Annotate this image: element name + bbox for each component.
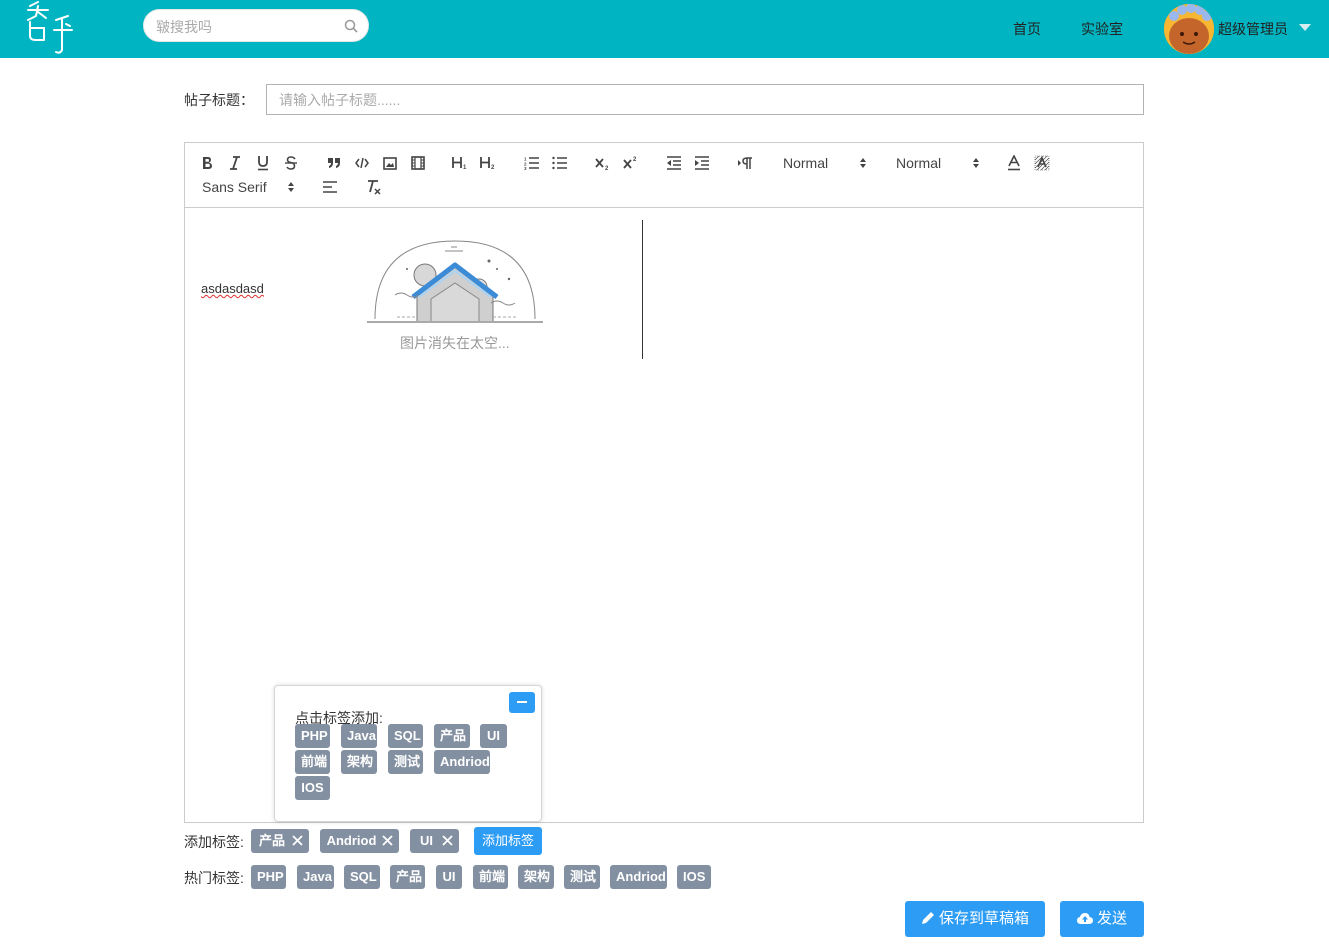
align-icon[interactable] (319, 177, 341, 197)
blockquote-icon[interactable] (323, 153, 345, 173)
h1-icon[interactable]: 1 (450, 153, 472, 173)
nav-home-link[interactable]: 首页 (1013, 19, 1041, 39)
svg-text:3: 3 (524, 166, 527, 170)
hot-tag[interactable]: IOS (677, 865, 711, 889)
italic-icon[interactable] (224, 153, 246, 173)
close-icon[interactable] (292, 835, 303, 846)
svg-text:2: 2 (491, 165, 495, 170)
search-icon[interactable] (344, 19, 358, 33)
save-draft-button[interactable]: 保存到草稿箱 (905, 901, 1045, 937)
selected-tag-label: UI (420, 833, 433, 848)
background-color-icon[interactable] (1031, 153, 1053, 173)
bullet-list-icon[interactable] (549, 153, 571, 173)
size-picker-value: Normal (896, 155, 942, 171)
code-block-icon[interactable] (351, 153, 373, 173)
editor-content-text[interactable]: asdasdasd (201, 281, 264, 296)
cloud-upload-icon (1076, 913, 1093, 924)
hot-tags-label: 热门标签: (184, 870, 244, 886)
picker-arrows-icon (288, 182, 294, 192)
indent-icon[interactable] (691, 153, 713, 173)
tag-option[interactable]: SQL (388, 724, 423, 748)
hot-tag[interactable]: 产品 (390, 865, 425, 889)
tag-option[interactable]: Andriod (434, 750, 490, 774)
selected-tag-label: 产品 (258, 833, 285, 848)
save-draft-label: 保存到草稿箱 (938, 910, 1029, 927)
close-icon[interactable] (442, 835, 453, 846)
top-navbar: 首页 实验室 超级管理员 (0, 0, 1329, 58)
search-box (143, 9, 369, 42)
svg-text:1: 1 (463, 165, 467, 170)
tag-option[interactable]: 前端 (295, 750, 330, 774)
pencil-icon (921, 912, 934, 924)
hot-tag[interactable]: PHP (251, 865, 286, 889)
outdent-icon[interactable] (663, 153, 685, 173)
tag-option[interactable]: 架构 (341, 750, 377, 774)
close-icon[interactable] (382, 835, 393, 846)
hot-tag[interactable]: Andriod (610, 865, 667, 889)
broken-image-placeholder (367, 240, 543, 323)
nav-lab-link[interactable]: 实验室 (1081, 19, 1123, 39)
rtl-direction-icon[interactable] (734, 153, 756, 173)
post-title-input[interactable] (266, 84, 1144, 115)
font-picker-value: Sans Serif (202, 179, 267, 195)
search-input[interactable] (154, 17, 338, 37)
text-cursor (642, 220, 643, 359)
hot-tag[interactable]: 架构 (518, 865, 554, 889)
selected-tag-label: Andriod (326, 833, 377, 848)
picker-arrows-icon (973, 158, 979, 168)
strike-icon[interactable] (280, 153, 302, 173)
font-color-icon[interactable] (1003, 153, 1025, 173)
minus-icon (517, 701, 527, 703)
svg-text:2: 2 (605, 166, 609, 170)
svg-text:2: 2 (633, 157, 637, 163)
selected-tag: 产品 (251, 829, 309, 853)
send-label: 发送 (1096, 910, 1127, 927)
tag-option[interactable]: UI (480, 724, 507, 748)
tag-option[interactable]: 产品 (434, 724, 470, 748)
font-family-picker[interactable]: Sans Serif (202, 177, 295, 197)
user-name[interactable]: 超级管理员 (1218, 19, 1288, 39)
hot-tag[interactable]: 测试 (564, 865, 600, 889)
selected-tag: UI (410, 829, 459, 853)
hot-tag[interactable]: 前端 (473, 865, 508, 889)
tag-option[interactable]: 测试 (388, 750, 423, 774)
added-tags-label: 添加标签: (184, 834, 244, 850)
ordered-list-icon[interactable]: 123 (521, 153, 543, 173)
header-picker[interactable]: Normal (783, 153, 867, 173)
underline-icon[interactable] (252, 153, 274, 173)
size-picker[interactable]: Normal (896, 153, 980, 173)
tag-picker-popup: 点击标签添加: PHP Java SQL 产品 UI 前端 架构 测试 Andr… (274, 685, 542, 822)
header-picker-value: Normal (783, 155, 829, 171)
bold-icon[interactable] (196, 153, 218, 173)
send-button[interactable]: 发送 (1060, 901, 1144, 937)
h2-icon[interactable]: 2 (478, 153, 500, 173)
video-icon[interactable] (407, 153, 429, 173)
post-title-label: 帖子标题： (184, 92, 254, 108)
hot-tag[interactable]: Java (297, 865, 334, 889)
broken-image-caption: 图片消失在太空... (400, 335, 510, 351)
subscript-icon[interactable]: 2 (592, 153, 614, 173)
editor-toolbar: 1 2 123 2 2 Normal Normal Sans Serif (185, 143, 1143, 208)
selected-tag: Andriod (320, 829, 399, 853)
image-icon[interactable] (379, 153, 401, 173)
tag-option[interactable]: PHP (295, 724, 330, 748)
chevron-down-icon[interactable] (1299, 24, 1311, 32)
avatar[interactable] (1164, 4, 1214, 54)
superscript-icon[interactable]: 2 (620, 153, 642, 173)
hot-tag[interactable]: UI (436, 865, 462, 889)
collapse-popup-button[interactable] (509, 692, 535, 713)
picker-arrows-icon (860, 158, 866, 168)
clean-format-icon[interactable] (363, 177, 385, 197)
hot-tag[interactable]: SQL (344, 865, 380, 889)
add-tag-button[interactable]: 添加标签 (474, 827, 542, 855)
tag-option[interactable]: IOS (295, 776, 330, 800)
site-logo[interactable] (22, 0, 82, 58)
tag-option[interactable]: Java (341, 724, 377, 748)
